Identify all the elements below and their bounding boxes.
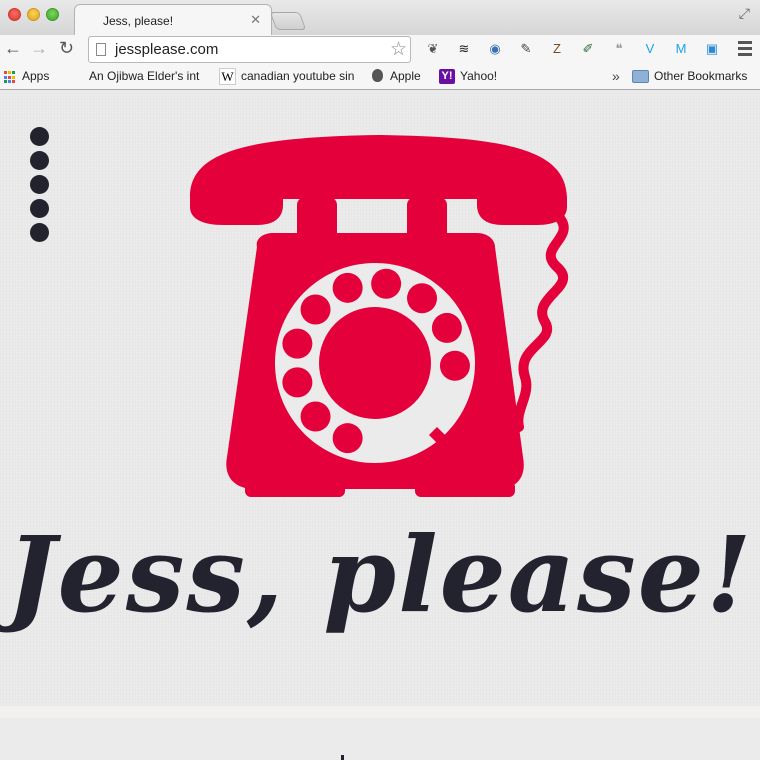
bookmark-apple[interactable]: Apple [390, 69, 421, 83]
apple-icon [372, 69, 383, 82]
menu-dot [30, 199, 49, 218]
bookmark-canadian-youtube[interactable]: canadian youtube sin [241, 69, 354, 83]
dial-hole [332, 423, 363, 454]
window-close-button[interactable] [8, 8, 21, 21]
back-icon[interactable]: ← [4, 38, 22, 58]
dial-hole [300, 401, 331, 432]
tab-active[interactable]: Jess, please! ✕ [74, 4, 272, 35]
reload-icon[interactable]: ↻ [59, 38, 74, 58]
browser-toolbar: ← → ↻ jessplease.com ☆ ❦ ≋ ◉ ✎ Z ✐ ❝ V M ▣ [0, 35, 760, 64]
menu-icon[interactable] [738, 41, 752, 59]
menu-dot [30, 151, 49, 170]
owl-extension-icon[interactable]: ◉ [486, 40, 504, 58]
window-minimize-button[interactable] [27, 8, 40, 21]
rotary-phone-logo [190, 135, 569, 497]
dial-hole [431, 312, 462, 343]
new-tab-button[interactable] [269, 12, 307, 30]
bookmarks-bar: Apps An Ojibwa Elder's int W canadian yo… [0, 64, 760, 90]
wrench-extension-icon[interactable]: ✎ [517, 40, 535, 58]
bookmarks-overflow-icon[interactable]: » [612, 68, 620, 84]
bookmark-yahoo[interactable]: Yahoo! [460, 69, 497, 83]
lower-section [0, 718, 760, 760]
menu-dot [30, 127, 49, 146]
page-icon [96, 43, 106, 56]
bookmark-star-icon[interactable]: ☆ [390, 38, 407, 61]
dial-hole [439, 350, 470, 381]
z-extension-icon[interactable]: Z [548, 40, 566, 58]
forward-icon[interactable]: → [30, 38, 48, 58]
yahoo-icon: Y! [439, 69, 455, 84]
bookmark-other-bookmarks[interactable]: Other Bookmarks [654, 69, 747, 83]
m-extension-icon[interactable]: M [672, 40, 690, 58]
apps-icon[interactable] [4, 71, 17, 84]
window-zoom-button[interactable] [46, 8, 59, 21]
text-cursor [341, 755, 344, 760]
hamburger-menu-icon[interactable] [30, 127, 49, 247]
section-divider [0, 706, 760, 718]
box-extension-icon[interactable]: ▣ [703, 40, 721, 58]
fullscreen-icon[interactable]: ⤢ [739, 5, 750, 22]
folder-icon [632, 70, 649, 83]
bookmark-ojibwa-elder[interactable]: An Ojibwa Elder's int [89, 69, 211, 83]
dial-hole [371, 268, 402, 299]
bookmark-apps[interactable]: Apps [22, 69, 49, 83]
leaf-extension-icon[interactable]: ❦ [424, 40, 442, 58]
dial-hole [332, 272, 363, 303]
v-extension-icon[interactable]: V [641, 40, 659, 58]
dial-hole [300, 294, 331, 325]
menu-dot [30, 175, 49, 194]
dial-hole [282, 367, 313, 398]
dial-hole [407, 283, 438, 314]
page-content: Jess, please! [0, 91, 760, 760]
tab-close-icon[interactable]: ✕ [250, 12, 261, 28]
dial-hole [282, 328, 313, 359]
buffer-extension-icon[interactable]: ≋ [455, 40, 473, 58]
wikipedia-icon: W [219, 68, 236, 85]
url-text[interactable]: jessplease.com [115, 41, 218, 58]
menu-dot [30, 223, 49, 242]
tab-title: Jess, please! [103, 14, 174, 28]
title-bar: Jess, please! ✕ ⤢ [0, 0, 760, 35]
address-bar[interactable]: jessplease.com ☆ [88, 36, 411, 63]
quote-extension-icon[interactable]: ❝ [610, 40, 628, 58]
eyedropper-extension-icon[interactable]: ✐ [579, 40, 597, 58]
site-title: Jess, please! [6, 513, 754, 636]
